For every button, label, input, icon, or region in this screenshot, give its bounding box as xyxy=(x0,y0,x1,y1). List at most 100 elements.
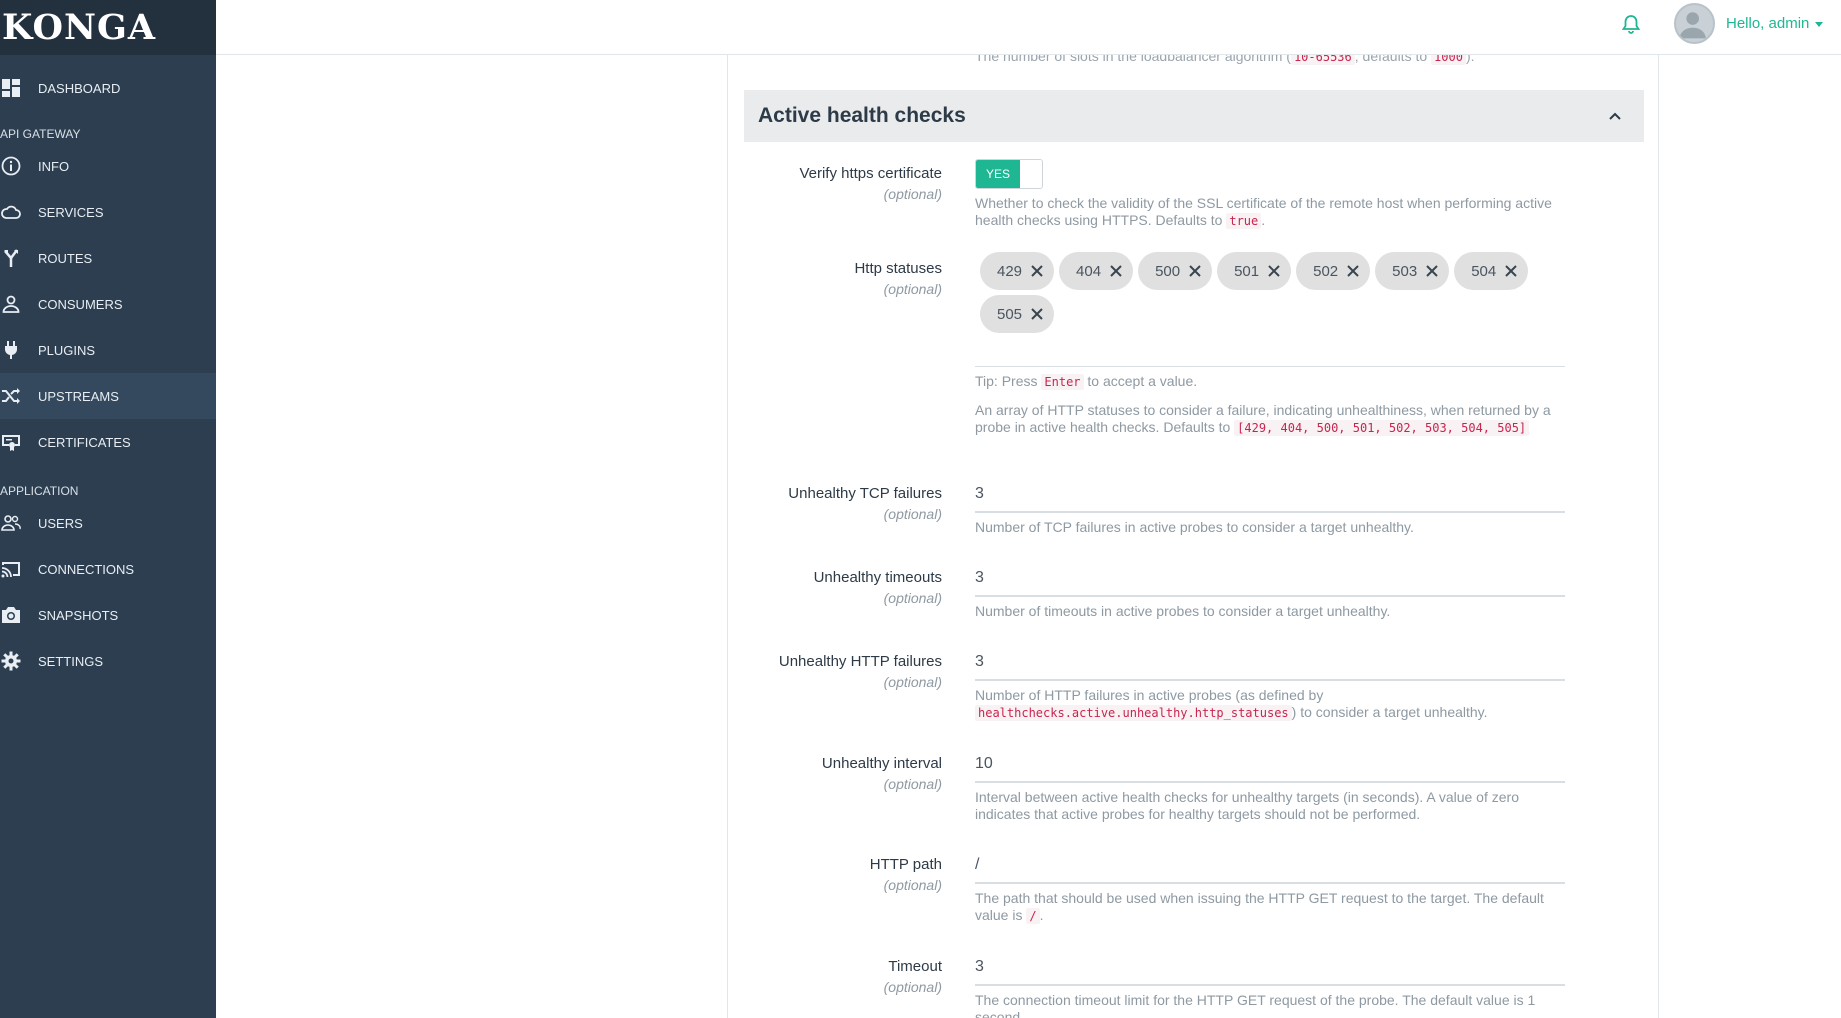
field-help: The connection timeout limit for the HTT… xyxy=(975,992,1536,1018)
close-icon[interactable] xyxy=(1267,264,1281,278)
sidebar: KONGA DASHBOARD API GATEWAY INFO SERVICE… xyxy=(0,0,216,1018)
sidebar-item-certificates[interactable]: CERTIFICATES xyxy=(0,419,216,465)
sidebar-item-info[interactable]: INFO xyxy=(0,143,216,189)
avatar[interactable] xyxy=(1674,3,1715,44)
unhealthy-tcp-failures-input[interactable]: 3 xyxy=(975,479,1565,513)
logo[interactable]: KONGA xyxy=(0,0,216,55)
users-icon xyxy=(0,513,38,533)
logo-text: KONGA xyxy=(2,7,157,48)
sidebar-item-plugins[interactable]: PLUGINS xyxy=(0,327,216,373)
status-chip-label: 505 xyxy=(997,305,1023,323)
plug-icon xyxy=(0,340,38,360)
shuffle-icon xyxy=(0,386,38,406)
field-label: Http statuses xyxy=(854,260,942,277)
sidebar-item-users[interactable]: USERS xyxy=(0,500,216,546)
sidebar-item-consumers[interactable]: CONSUMERS xyxy=(0,281,216,327)
field-label: Unhealthy TCP failures xyxy=(788,485,942,502)
field-help: The path that should be used when issuin… xyxy=(975,890,1565,925)
upstream-form-panel: The number of slots in the loadbalancer … xyxy=(727,55,1659,1018)
field-optional: (optional) xyxy=(883,506,942,522)
sidebar-item-label: UPSTREAMS xyxy=(38,388,119,404)
status-chip: 504 xyxy=(1454,252,1529,290)
sidebar-item-label: CONSUMERS xyxy=(38,296,123,312)
field-label: Verify https certificate xyxy=(799,165,942,182)
timeout-input[interactable]: 3 xyxy=(975,952,1565,986)
sidebar-item-snapshots[interactable]: SNAPSHOTS xyxy=(0,592,216,638)
field-optional: (optional) xyxy=(883,186,942,202)
active-health-checks-header[interactable]: Active health checks xyxy=(744,90,1644,142)
help-suffix: . xyxy=(1261,212,1266,228)
status-chip-label: 504 xyxy=(1471,262,1497,280)
field-label: HTTP path xyxy=(869,856,942,873)
cast-icon xyxy=(0,559,38,579)
status-chip-label: 404 xyxy=(1076,262,1102,280)
sidebar-item-routes[interactable]: ROUTES xyxy=(0,235,216,281)
field-optional: (optional) xyxy=(883,776,942,792)
slots-help-text: The number of slots in the loadbalancer … xyxy=(975,55,1475,65)
tip-code: Enter xyxy=(1041,374,1084,390)
status-chip: 502 xyxy=(1296,252,1371,290)
sidebar-item-label: CONNECTIONS xyxy=(38,561,135,577)
sidebar-item-label: SETTINGS xyxy=(38,653,104,669)
top-bar: Hello, admin xyxy=(216,0,1841,55)
sidebar-item-connections[interactable]: CONNECTIONS xyxy=(0,546,216,592)
user-icon xyxy=(0,294,38,314)
field-optional: (optional) xyxy=(883,281,942,297)
verify-https-toggle[interactable]: YES xyxy=(975,159,1043,189)
gear-icon xyxy=(0,651,38,671)
field-label: Timeout xyxy=(888,958,942,975)
field-label: Unhealthy HTTP failures xyxy=(778,653,942,670)
toggle-knob xyxy=(1020,160,1042,188)
sidebar-item-label: DASHBOARD xyxy=(38,80,121,96)
unhealthy-http-failures-input[interactable]: 3 xyxy=(975,647,1565,681)
http-statuses-tip: Tip: Press Enter to accept a value. xyxy=(975,373,1565,391)
field-help: Number of TCP failures in active probes … xyxy=(975,519,1414,535)
close-icon[interactable] xyxy=(1425,264,1439,278)
status-chip-label: 501 xyxy=(1234,262,1260,280)
help-code: true xyxy=(1226,213,1262,229)
help-suffix: ) to consider a target unhealthy. xyxy=(1291,704,1488,720)
sidebar-item-label: SNAPSHOTS xyxy=(38,607,119,623)
close-icon[interactable] xyxy=(1030,307,1044,321)
status-chip-label: 429 xyxy=(997,262,1023,280)
field-optional: (optional) xyxy=(883,590,942,606)
sidebar-item-dashboard[interactable]: DASHBOARD xyxy=(0,65,216,111)
field-label: Unhealthy interval xyxy=(821,755,942,772)
status-chip: 501 xyxy=(1217,252,1292,290)
close-icon[interactable] xyxy=(1188,264,1202,278)
sidebar-item-label: INFO xyxy=(38,158,70,174)
sidebar-item-upstreams[interactable]: UPSTREAMS xyxy=(0,373,216,419)
help-code: [429, 404, 500, 501, 502, 503, 504, 505] xyxy=(1234,420,1530,436)
field-help: Number of timeouts in active probes to c… xyxy=(975,603,1391,619)
user-menu[interactable]: Hello, admin xyxy=(1726,15,1824,32)
section-title: Active health checks xyxy=(758,104,966,127)
slots-help-prefix: The number of slots in the loadbalancer … xyxy=(975,55,1291,64)
unhealthy-interval-input[interactable]: 10 xyxy=(975,749,1565,783)
close-icon[interactable] xyxy=(1109,264,1123,278)
sidebar-section-api-gateway: API GATEWAY xyxy=(0,127,81,141)
http-statuses-tag-input[interactable]: 429 404 500 501 502 503 504 505 xyxy=(975,252,1565,367)
status-chip: 505 xyxy=(980,295,1055,333)
sidebar-item-settings[interactable]: SETTINGS xyxy=(0,638,216,684)
close-icon[interactable] xyxy=(1030,264,1044,278)
help-code: / xyxy=(1026,908,1040,924)
chevron-up-icon[interactable] xyxy=(1608,109,1622,123)
unhealthy-timeouts-input[interactable]: 3 xyxy=(975,563,1565,597)
close-icon[interactable] xyxy=(1504,264,1518,278)
close-icon[interactable] xyxy=(1346,264,1360,278)
sidebar-item-services[interactable]: SERVICES xyxy=(0,189,216,235)
status-chip-label: 502 xyxy=(1313,262,1339,280)
help-suffix: . xyxy=(1039,907,1044,923)
sidebar-item-label: SERVICES xyxy=(38,204,104,220)
field-help: Number of HTTP failures in active probes… xyxy=(975,687,1565,722)
slots-help-mid: ; defaults to xyxy=(1354,55,1432,64)
slots-help-suffix: ). xyxy=(1465,55,1475,64)
http-path-input[interactable]: / xyxy=(975,850,1565,884)
status-chip: 429 xyxy=(980,252,1055,290)
cloud-icon xyxy=(0,202,38,222)
certificate-icon xyxy=(0,432,38,452)
status-chip: 503 xyxy=(1375,252,1450,290)
sidebar-section-application: APPLICATION xyxy=(0,484,79,498)
info-icon xyxy=(0,156,38,176)
bell-icon[interactable] xyxy=(1620,13,1642,35)
